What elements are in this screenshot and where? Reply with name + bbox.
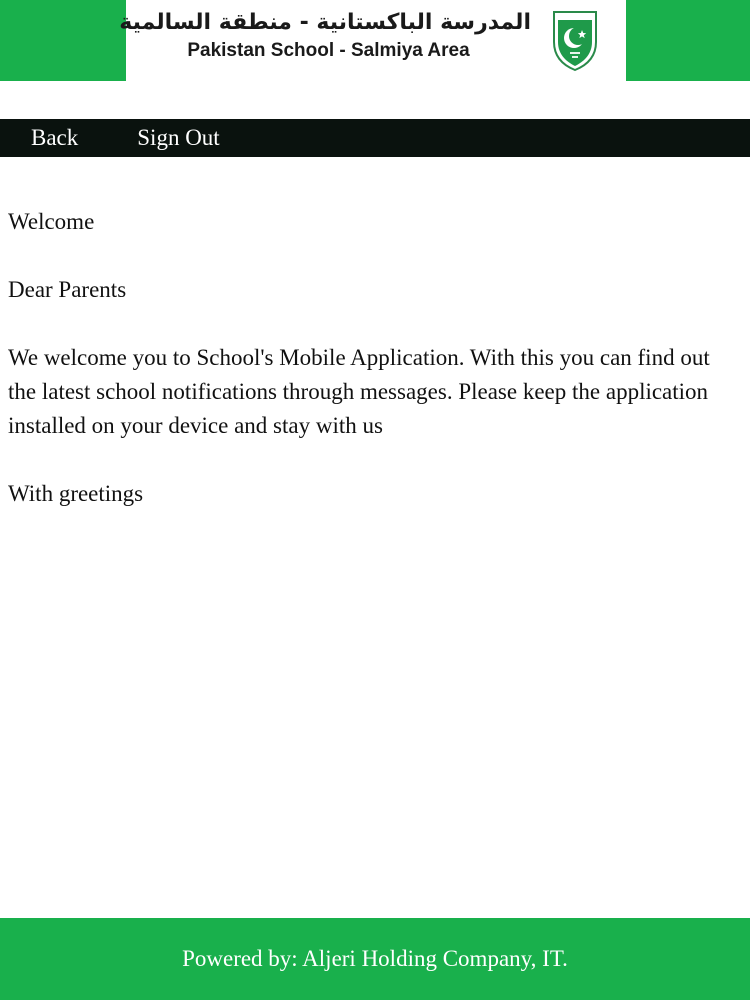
closing-text: With greetings [8, 481, 144, 506]
top-header: المدرسة الباكستانية - منطقة السالمية Pak… [0, 0, 750, 81]
sign-out-link[interactable]: Sign Out [137, 125, 219, 151]
pakistan-school-shield-icon [553, 11, 597, 72]
message-body: We welcome you to School's Mobile Applic… [8, 345, 710, 438]
footer: Powered by: Aljeri Holding Company, IT. [0, 918, 750, 1000]
powered-by-text: Powered by: Aljeri Holding Company, IT. [182, 946, 568, 971]
school-name-arabic: المدرسة الباكستانية - منطقة السالمية [119, 10, 531, 35]
school-name-english: Pakistan School - Salmiya Area [187, 40, 470, 61]
back-link[interactable]: Back [31, 125, 78, 151]
welcome-message: Welcome Dear Parents We welcome you to S… [8, 205, 736, 545]
nav-bar: Back Sign Out [0, 119, 750, 157]
school-logo-banner: المدرسة الباكستانية - منطقة السالمية Pak… [119, 0, 626, 81]
greeting-text: Welcome [8, 209, 95, 234]
salutation-text: Dear Parents [8, 277, 127, 302]
